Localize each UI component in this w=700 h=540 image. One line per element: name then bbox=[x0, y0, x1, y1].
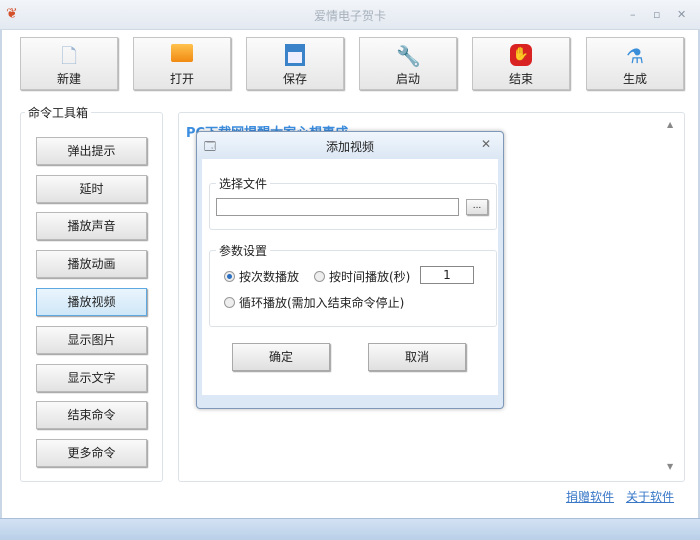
scroll-up-icon[interactable]: ▲ bbox=[667, 120, 673, 129]
new-button[interactable]: 🗋 新建 bbox=[20, 37, 118, 90]
cmd-delay[interactable]: 延时 bbox=[36, 175, 147, 203]
about-link[interactable]: 关于软件 bbox=[626, 488, 674, 505]
folder-icon bbox=[170, 44, 194, 68]
start-button[interactable]: 🔧 启动 bbox=[359, 37, 457, 90]
new-file-icon: 🗋 bbox=[60, 44, 78, 68]
radio-loop[interactable]: 循环播放(需加入结束命令停止) bbox=[224, 294, 404, 311]
dialog-title-bar: 🗔 添加视频 ✕ bbox=[197, 132, 503, 159]
window-title: 爱情电子贺卡 bbox=[313, 9, 386, 23]
save-icon bbox=[283, 44, 307, 68]
title-bar: ❦ 爱情电子贺卡 – ▫ ✕ bbox=[0, 0, 700, 30]
cmd-more[interactable]: 更多命令 bbox=[36, 439, 147, 467]
status-bar bbox=[0, 518, 700, 540]
cmd-end[interactable]: 结束命令 bbox=[36, 401, 147, 429]
button-label: 新建 bbox=[56, 72, 81, 86]
button-label: 打开 bbox=[169, 72, 194, 86]
maximize-button[interactable]: ▫ bbox=[653, 8, 660, 21]
button-label: 保存 bbox=[282, 72, 307, 86]
button-label: 结束 bbox=[508, 72, 533, 86]
flask-icon: ⚗ bbox=[626, 44, 644, 68]
cmd-play-video[interactable]: 播放视频 bbox=[36, 288, 147, 316]
time-input[interactable]: 1 bbox=[420, 266, 474, 284]
file-path-input[interactable] bbox=[216, 198, 459, 216]
dialog-title: 添加视频 bbox=[325, 140, 374, 154]
params-group bbox=[209, 250, 497, 327]
toolbox-title: 命令工具箱 bbox=[25, 104, 92, 121]
cmd-show-text[interactable]: 显示文字 bbox=[36, 364, 147, 392]
radio-label: 按次数播放 bbox=[239, 270, 300, 284]
cmd-popup[interactable]: 弹出提示 bbox=[36, 137, 147, 165]
radio-icon bbox=[314, 271, 325, 282]
radio-by-time[interactable]: 按时间播放(秒) bbox=[314, 268, 410, 285]
scroll-down-icon[interactable]: ▼ bbox=[667, 462, 673, 471]
donate-link[interactable]: 捐赠软件 bbox=[566, 488, 614, 505]
close-button[interactable]: ✕ bbox=[677, 8, 686, 21]
dialog-close-icon[interactable]: ✕ bbox=[481, 137, 491, 151]
file-group-label: 选择文件 bbox=[216, 175, 271, 192]
radio-label: 循环播放(需加入结束命令停止) bbox=[239, 296, 405, 310]
open-button[interactable]: 打开 bbox=[133, 37, 231, 90]
minimize-button[interactable]: – bbox=[630, 8, 636, 21]
button-label: 生成 bbox=[622, 72, 647, 86]
radio-by-count[interactable]: 按次数播放 bbox=[224, 268, 299, 285]
cmd-play-animation[interactable]: 播放动画 bbox=[36, 250, 147, 278]
build-button[interactable]: ⚗ 生成 bbox=[586, 37, 684, 90]
preview-scrollbar[interactable]: ▲ ▼ bbox=[662, 118, 680, 476]
ok-button[interactable]: 确定 bbox=[232, 343, 330, 371]
wrench-icon: 🔧 bbox=[396, 44, 421, 68]
radio-icon bbox=[224, 271, 235, 282]
cmd-show-image[interactable]: 显示图片 bbox=[36, 326, 147, 354]
cancel-button[interactable]: 取消 bbox=[368, 343, 466, 371]
button-label: 启动 bbox=[395, 72, 420, 86]
stop-icon: ✋ bbox=[509, 44, 533, 68]
dialog-body: 选择文件 ... 参数设置 按次数播放 按时间播放(秒) 1 循环播放(需加入结… bbox=[202, 159, 498, 395]
stop-button[interactable]: ✋ 结束 bbox=[472, 37, 570, 90]
params-group-label: 参数设置 bbox=[216, 242, 271, 259]
cmd-play-sound[interactable]: 播放声音 bbox=[36, 212, 147, 240]
radio-icon bbox=[224, 297, 235, 308]
radio-label: 按时间播放(秒) bbox=[329, 270, 411, 284]
save-button[interactable]: 保存 bbox=[246, 37, 344, 90]
add-video-dialog: 🗔 添加视频 ✕ 选择文件 ... 参数设置 按次数播放 按时间播放(秒) 1 … bbox=[196, 131, 504, 409]
browse-button[interactable]: ... bbox=[466, 199, 488, 215]
